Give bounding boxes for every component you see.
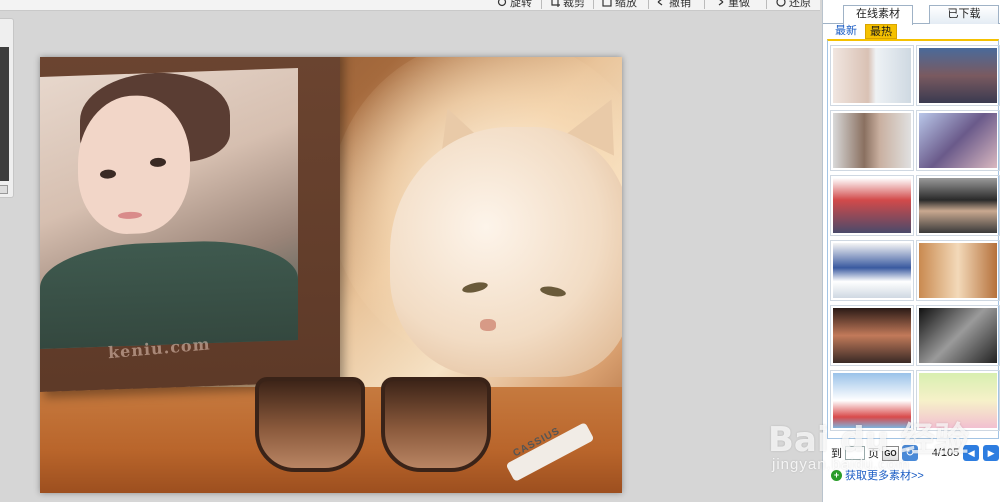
top-toolbar: 旋转 裁剪 缩放 撤销 重做 还原 — [0, 0, 820, 11]
toolbar-rotate-button[interactable]: 旋转 — [497, 0, 532, 9]
material-thumbnail[interactable] — [916, 110, 1000, 171]
watermark-logo: Bai du 经验 — [768, 420, 969, 460]
tab-downloaded[interactable]: 已下载 — [929, 5, 999, 24]
toolbar-restore-label: 还原 — [789, 0, 811, 9]
cat-image — [370, 87, 622, 387]
sunglasses-image: CASSIUS — [255, 367, 595, 487]
toolbar-rotate-label: 旋转 — [510, 0, 532, 9]
redo-icon — [715, 0, 725, 7]
material-thumbnail[interactable] — [916, 305, 1000, 366]
framed-portrait — [40, 67, 298, 349]
left-side-panel — [0, 18, 14, 198]
rotate-icon — [497, 0, 507, 7]
material-thumbnail[interactable] — [916, 45, 1000, 106]
material-tabs: 在线素材 已下载 — [823, 5, 1000, 25]
restore-icon — [776, 0, 786, 7]
toolbar-resize-button[interactable]: 缩放 — [602, 0, 637, 9]
editing-canvas[interactable]: keniu.com CASSIUS — [40, 57, 622, 493]
toolbar-redo-button[interactable]: 重做 — [715, 0, 750, 9]
subtab-newest[interactable]: 最新 — [831, 24, 861, 39]
toolbar-crop-label: 裁剪 — [563, 0, 585, 9]
tab-online-materials[interactable]: 在线素材 — [843, 5, 913, 25]
material-thumbnail-grid — [827, 39, 1000, 439]
material-thumbnail[interactable] — [830, 110, 914, 171]
undo-icon — [656, 0, 666, 7]
material-subtabs: 最新 最热 — [827, 24, 999, 39]
left-panel-preview — [0, 47, 9, 181]
photo-frame: keniu.com — [40, 57, 340, 392]
toolbar-undo-label: 撤销 — [669, 0, 691, 9]
material-thumbnail[interactable] — [916, 240, 1000, 301]
toolbar-restore-button[interactable]: 还原 — [776, 0, 811, 9]
next-page-icon[interactable]: ▶ — [983, 445, 999, 461]
resize-icon — [602, 0, 612, 7]
crop-icon — [550, 0, 560, 7]
material-thumbnail[interactable] — [830, 45, 914, 106]
material-thumbnail[interactable] — [830, 305, 914, 366]
material-thumbnail[interactable] — [830, 175, 914, 236]
toolbar-crop-button[interactable]: 裁剪 — [550, 0, 585, 9]
subtab-hottest[interactable]: 最热 — [865, 24, 897, 39]
material-thumbnail[interactable] — [830, 240, 914, 301]
left-panel-handle[interactable] — [0, 185, 8, 194]
material-thumbnail[interactable] — [916, 175, 1000, 236]
watermark-url: jingyan.baidu.com — [772, 456, 910, 473]
toolbar-undo-button[interactable]: 撤销 — [656, 0, 691, 9]
toolbar-redo-label: 重做 — [728, 0, 750, 9]
toolbar-resize-label: 缩放 — [615, 0, 637, 9]
